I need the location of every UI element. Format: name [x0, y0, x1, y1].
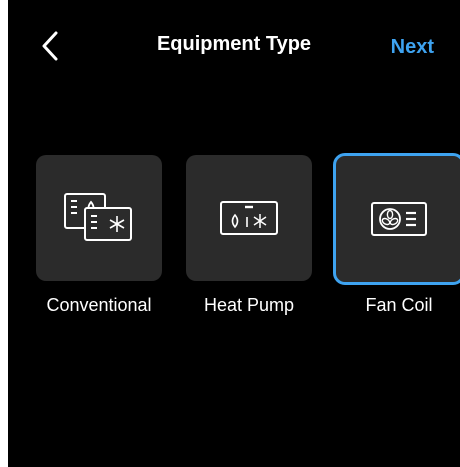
conventional-furnace-ac-icon — [64, 193, 132, 241]
equipment-tile — [186, 155, 312, 281]
header: Equipment Type Next — [8, 0, 460, 96]
equipment-options: Conventional Heat Pump Fan Coil — [8, 153, 460, 335]
heat-pump-icon — [220, 201, 278, 235]
chevron-left-icon — [42, 31, 58, 61]
equipment-tile-selected — [333, 153, 460, 285]
equipment-label: Conventional — [46, 295, 152, 315]
equipment-option-fan-coil[interactable]: Fan Coil — [324, 153, 460, 316]
equipment-label: Fan Coil — [365, 295, 433, 315]
fan-coil-icon — [371, 202, 427, 236]
equipment-tile — [36, 155, 162, 281]
equipment-label: Heat Pump — [203, 295, 295, 315]
equipment-option-heat-pump[interactable]: Heat Pump — [174, 155, 324, 316]
back-button[interactable] — [32, 28, 68, 64]
next-button[interactable]: Next — [391, 36, 434, 59]
equipment-type-screen: Equipment Type Next Conventional Heat Pu… — [8, 0, 460, 467]
equipment-option-conventional[interactable]: Conventional — [24, 155, 174, 316]
